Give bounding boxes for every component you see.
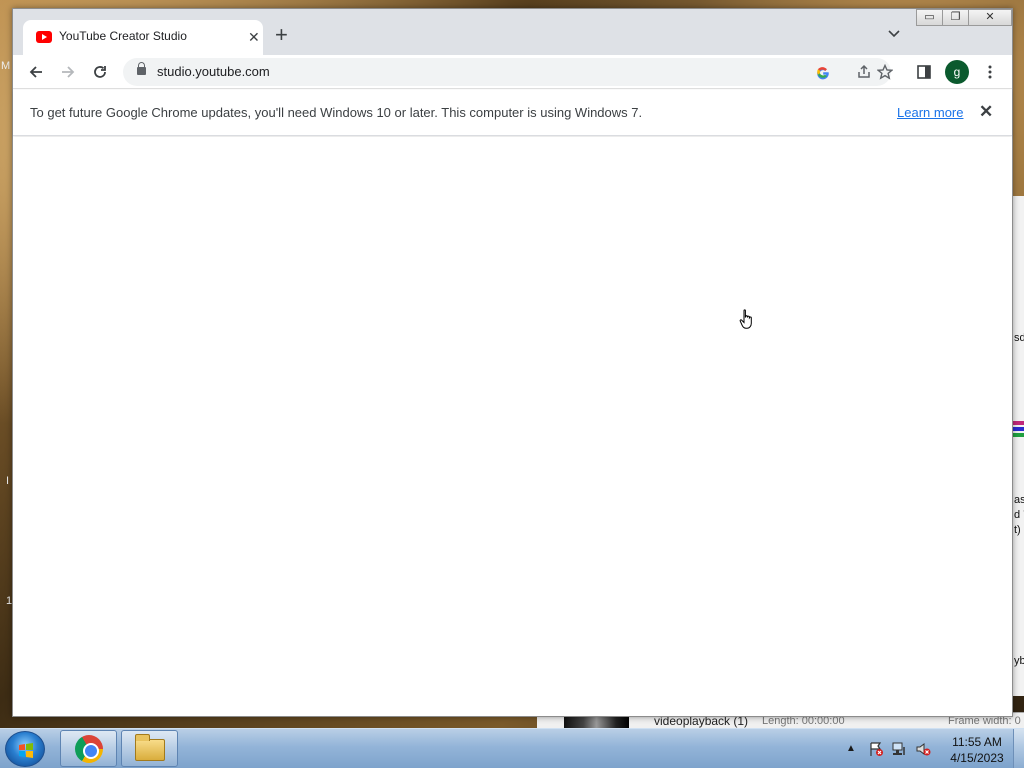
tab-strip: YouTube Creator Studio ✕ + ▭ ❐ ✕: [13, 9, 1012, 55]
new-tab-button[interactable]: +: [275, 24, 288, 46]
show-hidden-icons-icon[interactable]: ▲: [846, 743, 856, 754]
menu-kebab-icon[interactable]: [982, 64, 998, 80]
forward-arrow-icon: [62, 66, 75, 78]
system-tray: ▲ 11:55 AM 4/15/2023: [840, 729, 1024, 768]
page-content[interactable]: [13, 137, 1012, 716]
tab-youtube-studio[interactable]: YouTube Creator Studio ✕: [23, 20, 263, 55]
background-color-stripe: [1013, 433, 1024, 437]
back-button[interactable]: [25, 61, 47, 83]
windows-logo-icon: [19, 743, 33, 758]
restore-button[interactable]: ❐: [942, 9, 969, 26]
back-arrow-icon: [29, 66, 42, 78]
background-window-text: t): [1014, 524, 1021, 536]
google-lens-icon[interactable]: [815, 64, 831, 80]
action-center-flag-icon[interactable]: [868, 741, 884, 757]
update-infobar: To get future Google Chrome updates, you…: [13, 90, 1012, 136]
background-window-text: as: [1014, 494, 1024, 506]
video-thumbnail: [564, 715, 629, 729]
window-controls: ▭ ❐ ✕: [916, 9, 1012, 27]
infobar-message: To get future Google Chrome updates, you…: [30, 105, 643, 120]
volume-muted-icon[interactable]: [915, 741, 931, 757]
system-clock[interactable]: 11:55 AM 4/15/2023: [944, 734, 1010, 766]
url-text[interactable]: studio.youtube.com: [157, 64, 270, 79]
close-tab-icon[interactable]: ✕: [248, 28, 260, 46]
background-color-stripe: [1013, 427, 1024, 431]
close-window-button[interactable]: ✕: [968, 9, 1012, 26]
background-window[interactable]: [1012, 196, 1024, 696]
hand-cursor-icon: [739, 309, 752, 329]
show-desktop-button[interactable]: [1013, 729, 1024, 768]
side-panel-icon[interactable]: [916, 64, 932, 80]
share-icon[interactable]: [856, 64, 872, 80]
address-bar[interactable]: studio.youtube.com: [123, 58, 891, 86]
browser-toolbar: studio.youtube.com g: [13, 55, 1012, 89]
taskbar-chrome-button[interactable]: [60, 730, 117, 767]
minimize-button[interactable]: ▭: [916, 9, 943, 26]
chrome-window: YouTube Creator Studio ✕ + ▭ ❐ ✕ studio.…: [12, 8, 1013, 717]
tab-search-chevron-icon[interactable]: [887, 27, 901, 41]
taskbar-explorer-button[interactable]: [121, 730, 178, 767]
reload-button[interactable]: [89, 61, 111, 83]
start-button[interactable]: [5, 731, 45, 767]
bookmark-star-icon[interactable]: [877, 64, 893, 80]
lock-icon[interactable]: [137, 62, 146, 75]
network-icon[interactable]: [891, 741, 907, 757]
desktop-edge-text: I: [6, 475, 10, 487]
tab-title: YouTube Creator Studio: [59, 29, 187, 43]
folder-icon: [135, 734, 165, 761]
background-window-text: sd: [1014, 332, 1024, 344]
background-window-text: d 7: [1014, 509, 1024, 521]
youtube-icon: [36, 31, 52, 43]
windows-taskbar: ▲ 11:55 AM 4/15/2023: [0, 728, 1024, 768]
forward-button[interactable]: [57, 61, 79, 83]
reload-icon: [94, 66, 106, 78]
desktop-edge-text: M: [1, 60, 11, 72]
infobar-close-button[interactable]: ✕: [979, 102, 993, 122]
profile-avatar[interactable]: g: [945, 60, 969, 84]
chrome-icon: [75, 735, 103, 763]
learn-more-link[interactable]: Learn more: [897, 105, 963, 120]
background-window-text: yb: [1014, 655, 1024, 667]
background-color-stripe: [1013, 421, 1024, 425]
clock-date: 4/15/2023: [950, 751, 1004, 765]
clock-time: 11:55 AM: [952, 735, 1002, 749]
